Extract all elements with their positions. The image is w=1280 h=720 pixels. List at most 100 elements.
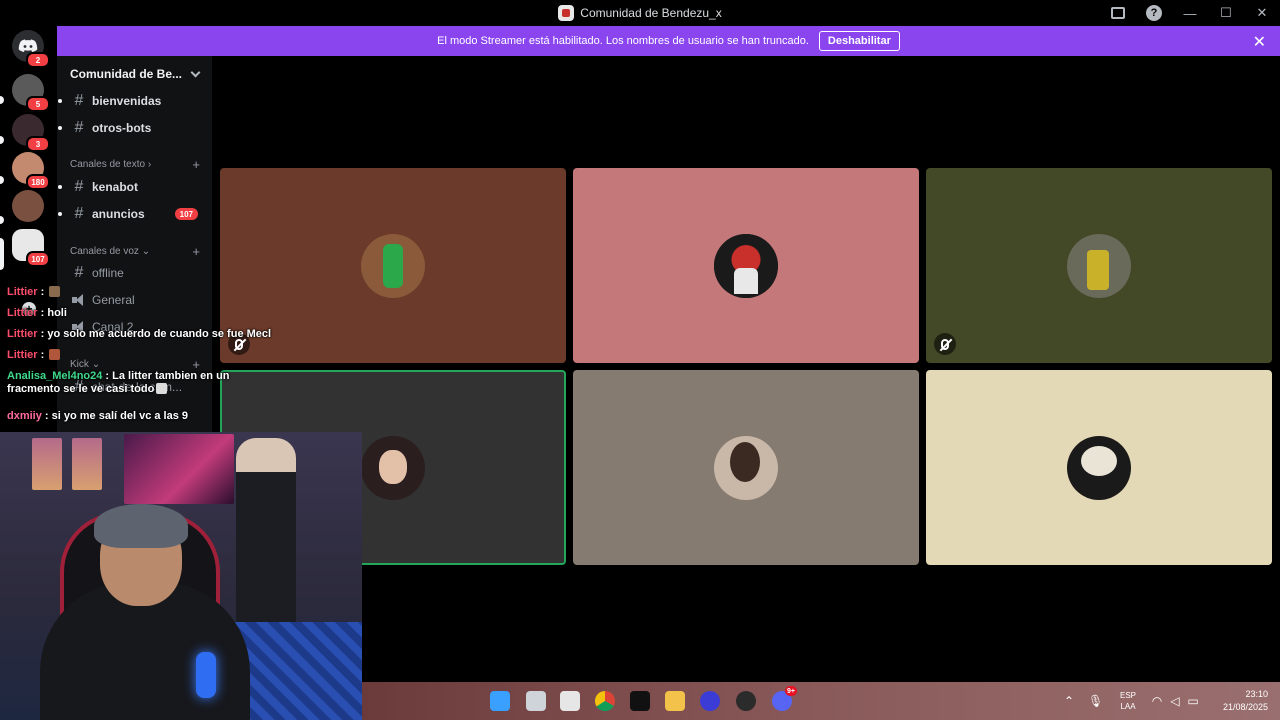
chevron-down-icon: ⌄ xyxy=(141,245,151,257)
participant-tile[interactable] xyxy=(573,168,919,363)
windows-taskbar: 9+ ⌃ 🎙 ESP LAA ◠ ◁ ▭ 23:10 21/08/2025 xyxy=(362,682,1280,720)
channel-kenabot[interactable]: # kenabot xyxy=(57,176,212,198)
minimize-icon: — xyxy=(1183,5,1197,21)
unread-pill xyxy=(0,96,4,104)
system-clock[interactable]: 23:10 21/08/2025 xyxy=(1208,688,1268,714)
discord-home-button[interactable]: 2 xyxy=(12,30,50,68)
server-logo-icon xyxy=(558,5,575,21)
microphone xyxy=(196,652,216,698)
help-button[interactable]: ? xyxy=(1136,0,1172,26)
help-icon: ? xyxy=(1146,5,1162,21)
muted-indicator xyxy=(934,333,956,355)
channel-otros-bots[interactable]: # otros-bots xyxy=(57,117,212,139)
participant-avatar xyxy=(361,234,425,298)
wall-poster xyxy=(72,438,102,490)
add-channel-icon[interactable]: + xyxy=(192,244,200,259)
selected-pill xyxy=(0,238,4,270)
participant-tile[interactable] xyxy=(926,370,1272,565)
chat-username: Littier xyxy=(7,286,38,298)
maximize-button[interactable]: ☐ xyxy=(1208,0,1244,26)
unread-dot xyxy=(58,185,62,189)
chat-username: Littier xyxy=(7,328,38,340)
microphone-icon[interactable]: 🎙 xyxy=(1088,694,1103,708)
unread-dot xyxy=(58,99,62,103)
server-icon-selected[interactable]: 107 xyxy=(12,229,50,267)
disable-streamer-mode-button[interactable]: Deshabilitar xyxy=(818,31,900,51)
inbox-icon xyxy=(1111,7,1125,19)
capcut-icon[interactable] xyxy=(630,691,650,711)
chat-message: Analisa_Mel4no24 : La litter tambien en … xyxy=(7,370,230,395)
app-ring-icon[interactable] xyxy=(700,691,720,711)
server-icon[interactable] xyxy=(12,190,44,222)
close-icon: ✕ xyxy=(1256,5,1268,20)
unread-pill xyxy=(0,216,4,224)
server-badge: 3 xyxy=(26,136,50,152)
channel-offline[interactable]: # offline xyxy=(57,262,212,284)
chat-username: Littier xyxy=(7,307,38,319)
wall-screen xyxy=(124,434,234,504)
emote-icon xyxy=(49,349,61,360)
chat-message: Littier : xyxy=(7,349,297,362)
channel-bienvenidas[interactable]: # bienvenidas xyxy=(57,90,212,112)
inbox-button[interactable] xyxy=(1100,0,1136,26)
wall-poster xyxy=(32,438,62,490)
banner-message: El modo Streamer está habilitado. Los no… xyxy=(437,35,809,47)
category-label: Canales de voz xyxy=(70,245,139,257)
hash-icon: # xyxy=(74,119,84,136)
minimize-button[interactable]: — xyxy=(1172,0,1208,26)
chat-message: Littier : yo solo me acuerdo de cuando s… xyxy=(7,328,272,340)
server-icon[interactable]: 5 xyxy=(12,74,50,112)
volume-icon[interactable]: ◁ xyxy=(1168,694,1182,708)
unread-dot xyxy=(58,212,62,216)
server-badge: 2 xyxy=(26,52,50,68)
server-badge: 107 xyxy=(26,251,50,267)
chevron-down-icon xyxy=(190,67,201,77)
language-code: ESP xyxy=(1119,691,1136,700)
notification-badge: 9+ xyxy=(785,686,797,696)
close-window-button[interactable]: ✕ xyxy=(1244,0,1280,26)
chat-username: Littier xyxy=(7,349,38,361)
category-text-channels[interactable]: Canales de texto › + xyxy=(70,157,200,172)
clock-date: 21/08/2025 xyxy=(1222,702,1268,712)
maximize-icon: ☐ xyxy=(1220,5,1232,20)
window-title: Comunidad de Bendezu_x xyxy=(580,6,722,20)
chrome-icon[interactable] xyxy=(595,691,615,711)
chat-username: Analisa_Mel4no24 xyxy=(7,370,103,382)
chevron-right-icon: › xyxy=(147,158,152,170)
category-label: Canales de texto xyxy=(70,158,146,170)
unread-dot xyxy=(58,126,62,130)
discord-taskbar-icon[interactable]: 9+ xyxy=(772,686,797,711)
input-language[interactable]: ESP LAA xyxy=(1116,690,1140,712)
notes-icon[interactable] xyxy=(560,691,580,711)
channel-name: otros-bots xyxy=(92,121,152,135)
title-bar-controls: ? — ☐ ✕ xyxy=(1100,0,1280,26)
add-channel-icon[interactable]: + xyxy=(192,157,200,172)
keyboard-layout: LAA xyxy=(1120,702,1136,711)
screen: Comunidad de Bendezu_x ? — ☐ ✕ 2 5 3 180… xyxy=(0,0,1280,720)
channel-anuncios[interactable]: # anuncios 107 xyxy=(57,203,212,225)
channel-name: kenabot xyxy=(92,180,139,194)
window-title-group: Comunidad de Bendezu_x xyxy=(558,5,722,21)
hash-icon: # xyxy=(74,178,84,195)
close-icon[interactable]: ✕ xyxy=(1253,32,1266,52)
server-badge: 180 xyxy=(26,174,50,190)
obs-icon[interactable] xyxy=(736,691,756,711)
unread-pill xyxy=(0,136,4,144)
server-header[interactable]: Comunidad de Be... xyxy=(57,56,212,92)
server-icon[interactable]: 180 xyxy=(12,152,50,190)
category-voice-channels[interactable]: Canales de voz ⌄ + xyxy=(70,244,200,259)
chevron-up-icon[interactable]: ⌃ xyxy=(1062,694,1076,708)
windows-start-icon[interactable] xyxy=(490,691,510,711)
participant-tile[interactable] xyxy=(573,370,919,565)
hash-icon: # xyxy=(74,264,84,281)
hash-icon: # xyxy=(74,92,84,109)
battery-icon[interactable]: ▭ xyxy=(1186,694,1200,708)
participant-avatar xyxy=(1067,436,1131,500)
server-icon[interactable]: 3 xyxy=(12,114,50,152)
task-view-icon[interactable] xyxy=(526,691,546,711)
wifi-icon[interactable]: ◠ xyxy=(1150,694,1164,708)
participant-tile[interactable] xyxy=(926,168,1272,363)
file-explorer-icon[interactable] xyxy=(665,691,685,711)
emote-icon xyxy=(49,286,61,297)
channel-name: anuncios xyxy=(92,207,145,221)
